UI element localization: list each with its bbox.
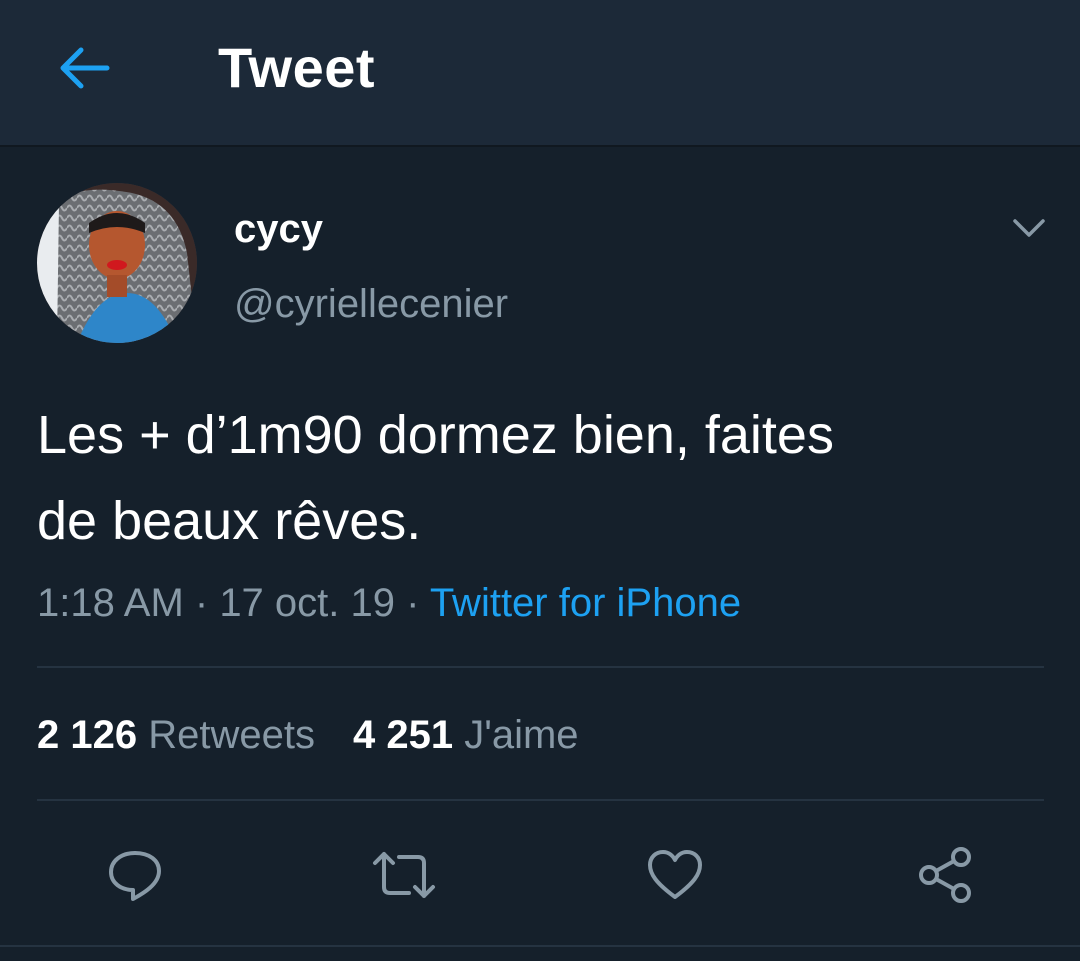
tweet-text: Les + d’1m90 dormez bien, faites de beau… [37, 405, 834, 551]
reply-icon [109, 851, 161, 901]
reply-button[interactable] [100, 840, 170, 910]
retweets-label: Retweets [148, 713, 315, 757]
share-icon [919, 847, 971, 903]
tweet-stats: 2 126 Retweets 4 251 J'aime [37, 710, 579, 760]
meta-separator: · [395, 581, 430, 625]
page-title: Tweet [218, 36, 376, 99]
retweet-icon [373, 852, 435, 898]
tweet-source-link[interactable]: Twitter for iPhone [430, 581, 741, 625]
tweet-time: 1:18 AM [37, 581, 184, 625]
tweet-detail-screen: Tweet cycy @cyriellecenier Les + d’1m90 … [0, 0, 1080, 961]
tweet-options-button[interactable] [1008, 210, 1050, 246]
divider [37, 666, 1044, 668]
meta-separator: · [183, 581, 220, 625]
divider [37, 799, 1044, 801]
back-button[interactable] [52, 36, 116, 100]
divider [0, 945, 1080, 947]
arrow-left-icon [60, 47, 110, 89]
top-app-bar: Tweet [0, 0, 1080, 147]
likes-count: 4 251 [352, 713, 454, 757]
chevron-down-icon [1013, 219, 1045, 237]
avatar[interactable] [37, 183, 197, 343]
retweets-stat[interactable]: 2 126 Retweets [37, 710, 315, 760]
likes-label: J'aime [464, 713, 579, 757]
like-button[interactable] [640, 840, 710, 910]
tweet-metadata: 1:18 AM · 17 oct. 19 · Twitter for iPhon… [37, 578, 741, 628]
author-handle[interactable]: @cyriellecenier [234, 280, 508, 328]
author-display-name[interactable]: cycy [234, 205, 323, 253]
heart-icon [648, 850, 702, 899]
profile-photo [37, 183, 197, 343]
retweet-button[interactable] [369, 840, 439, 910]
likes-stat[interactable]: 4 251 J'aime [353, 710, 579, 760]
tweet-date: 17 oct. 19 [219, 581, 395, 625]
retweets-count: 2 126 [37, 713, 138, 757]
share-button[interactable] [910, 840, 980, 910]
